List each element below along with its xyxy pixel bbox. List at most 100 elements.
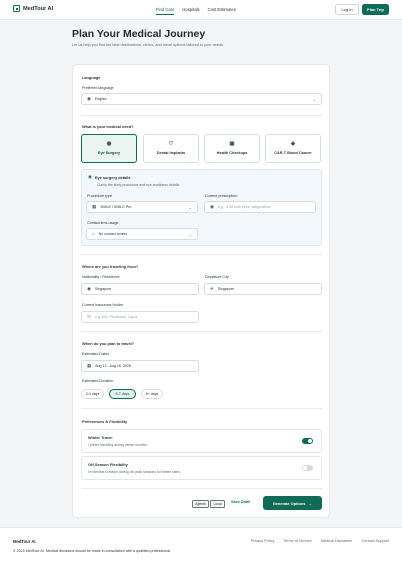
shield-icon: ☉ (87, 313, 91, 319)
dates-input[interactable]: ▦ Aug 12 - Aug 16, 2026 (81, 360, 199, 372)
tooth-icon: ♡ (168, 140, 174, 147)
plane-icon: ✈ (210, 285, 214, 291)
page-subtitle: Let us help you find the best destinatio… (72, 43, 224, 47)
need-option-eye-surgery[interactable]: ◉ Eye Surgery (81, 134, 137, 163)
footer-link-privacy[interactable]: Privacy Policy (251, 539, 275, 543)
eye-surgery-details-panel: ◉ Eye surgery details Clarify the likely… (81, 169, 322, 246)
eye-icon: ◉ (210, 203, 214, 209)
chevron-down-icon: ⌄ (188, 205, 192, 210)
need-option-label: Dental Implants (156, 151, 186, 156)
footer-link-contact[interactable]: Contact Support (362, 539, 389, 543)
winter-travel-toggle[interactable] (302, 438, 313, 444)
nav-link-hospitals[interactable]: Hospitals (182, 7, 199, 15)
winter-travel-desc: I prefer traveling during winter months. (88, 443, 148, 447)
prescription-placeholder: e.g. -4.50 both eyes, astigmatism (217, 205, 271, 209)
calendar-icon: ▦ (87, 362, 92, 368)
departure-city-label: Departure City (205, 275, 229, 279)
procedure-type-label: Procedure type (87, 194, 113, 198)
nav-links: Find Care Hospitals Cost Estimates (156, 7, 236, 15)
footer-brand: MedTour AI (13, 539, 36, 544)
divider (81, 331, 323, 332)
off-season-toggle[interactable] (302, 465, 313, 471)
chevron-down-icon: ⌄ (188, 232, 192, 237)
eye-details-desc: Clarify the likely procedure and eye-rea… (97, 183, 181, 187)
dates-value: Aug 12 - Aug 16, 2026 (95, 364, 131, 368)
brand-logo[interactable]: MedTour AI (13, 5, 53, 12)
chevron-down-icon: ⌄ (312, 97, 316, 102)
off-season-row: Off-Season Flexibility I'm flexible to t… (81, 456, 322, 480)
planner-form: Language Preferred language ◉ English ⌄ … (72, 64, 330, 518)
nationality-label: Nationality / Residence (82, 275, 120, 279)
dates-label: Estimated Dates (82, 352, 110, 356)
need-option-label: Health Checkups (216, 151, 248, 156)
generate-options-button[interactable]: Generate Options → (263, 496, 322, 510)
droplet-icon: ◈ (290, 140, 296, 147)
language-section-title: Language (82, 75, 101, 80)
globe-icon: ◉ (87, 285, 91, 291)
local-badge[interactable]: Local (210, 500, 225, 508)
off-season-title: Off-Season Flexibility (88, 462, 128, 467)
monitor-icon: ▣ (229, 140, 235, 147)
duration-label: Estimated Duration (82, 379, 114, 383)
eye-details-header: ◉ Eye surgery details (88, 174, 131, 180)
origin-section-title: Where are you traveling from? (82, 264, 139, 269)
need-option-health-checkups[interactable]: ▣ Health Checkups (204, 134, 260, 163)
procedure-type-select[interactable]: ▦ SMILE / SMILE Pro ⌄ (86, 201, 198, 213)
footer-link-disclaimer[interactable]: Medical Disclaimer (321, 539, 353, 543)
medical-need-section-title: What is your medical need? (82, 124, 134, 129)
globe-icon: ◉ (87, 95, 91, 101)
circle-icon: ○ (92, 230, 95, 236)
winter-travel-title: Winter Travel (88, 435, 113, 440)
duration-chip-8-plus[interactable]: 8+ days (141, 389, 163, 399)
grid-icon: ▦ (92, 203, 97, 209)
duration-chip-5-7[interactable]: 5-7 days (109, 389, 136, 399)
contact-lens-value: No contact lenses (98, 232, 128, 236)
contact-lens-select[interactable]: ○ No contact lenses ⌄ (86, 228, 198, 240)
divider (81, 488, 323, 489)
contact-lens-label: Contact lens usage (87, 221, 119, 225)
language-label: Preferred language (82, 86, 114, 90)
eye-details-title: Eye surgery details (94, 175, 131, 180)
need-option-car-t[interactable]: ◈ CAR-T Blood Cancer (265, 134, 321, 163)
footer: MedTour AI Privacy Policy Terms of Servi… (0, 527, 402, 573)
save-draft-button[interactable]: Save Draft (231, 500, 250, 504)
preferences-section-title: Preferences & Flexibility (82, 419, 128, 424)
language-value: English (94, 97, 107, 101)
divider (81, 254, 323, 255)
eye-icon: ◉ (106, 140, 112, 147)
page-title: Plan Your Medical Journey (72, 28, 206, 40)
eye-icon: ◉ (88, 174, 92, 180)
nationality-select[interactable]: ◉ Singapore (81, 283, 199, 295)
need-option-label: Eye Surgery (97, 151, 121, 156)
insurance-label: Current Insurance Holder (82, 303, 124, 307)
need-option-label: CAR-T Blood Cancer (274, 151, 312, 156)
medical-kit-icon (13, 5, 20, 12)
footer-link-terms[interactable]: Terms of Service (283, 539, 311, 543)
brand-name: MedTour AI (23, 5, 54, 12)
insurance-placeholder: e.g. AIA, Prudential, Cigna (94, 315, 138, 319)
arrow-right-icon: → (308, 500, 313, 506)
nationality-value: Singapore (94, 287, 112, 291)
procedure-type-value: SMILE / SMILE Pro (100, 205, 132, 209)
footer-links: Privacy Policy Terms of Service Medical … (251, 539, 389, 543)
need-option-dental-implants[interactable]: ♡ Dental Implants (143, 134, 199, 163)
travel-section-title: When do you plan to travel? (82, 341, 135, 346)
off-season-desc: I'm flexible to travel during off-peak s… (88, 470, 181, 474)
prescription-input[interactable]: ◉ e.g. -4.50 both eyes, astigmatism (204, 201, 316, 213)
login-button[interactable]: Log In (335, 4, 359, 15)
top-nav: MedTour AI Find Care Hospitals Cost Esti… (0, 0, 402, 20)
departure-city-input[interactable]: ✈ Singapore (204, 283, 322, 295)
duration-chip-3-4[interactable]: 3-4 days (81, 389, 104, 399)
insurance-input[interactable]: ☉ e.g. AIA, Prudential, Cigna (81, 311, 199, 323)
footer-copyright: © 2024 MedTour AI. Medical decisions sho… (13, 549, 171, 553)
nav-link-find-care[interactable]: Find Care (156, 7, 175, 15)
divider (81, 115, 323, 116)
departure-city-value: Singapore (217, 287, 235, 291)
plan-trip-button[interactable]: Plan Trip (362, 4, 389, 15)
agents-badge[interactable]: Agents (192, 500, 209, 508)
generate-options-label: Generate Options (272, 500, 306, 506)
language-select[interactable]: ◉ English ⌄ (81, 93, 322, 105)
nav-link-cost-estimates[interactable]: Cost Estimates (208, 7, 236, 15)
divider (81, 408, 323, 409)
prescription-label: Current prescription (205, 194, 238, 198)
